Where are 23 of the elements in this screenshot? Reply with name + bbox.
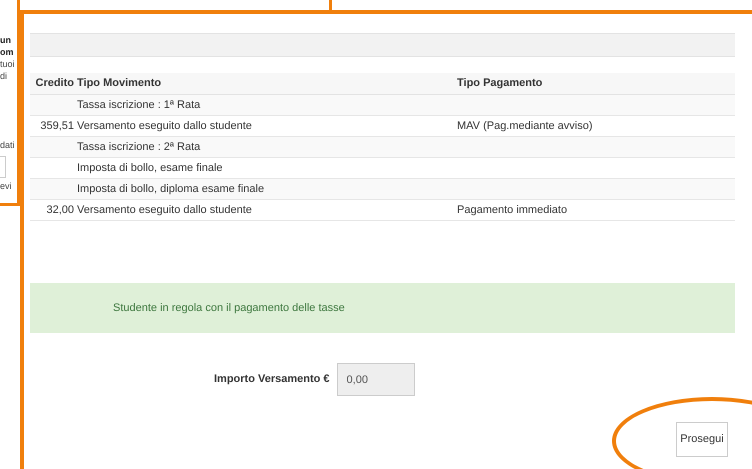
- table-cell-text: Versamento eseguito dallo studente: [76, 118, 253, 134]
- table-cell-text: Pagamento immediato: [457, 202, 568, 218]
- column-header: Credito: [34, 76, 74, 92]
- alert-text: Studente in regola con il pagamento delle tasse: [113, 300, 345, 316]
- table-cell-text: Tassa iscrizione : 2ª Rata: [76, 140, 202, 155]
- table-cell-text: Tassa iscrizione : 1ª Rata: [76, 98, 202, 113]
- table-cell: 359,51: [40, 120, 74, 132]
- field-label: Importo Versamento €: [214, 372, 330, 388]
- page-text: evi: [0, 180, 12, 192]
- continue-button[interactable]: Prosegui: [676, 422, 728, 457]
- table-cell-text: Imposta di bollo, diploma esame finale: [76, 182, 266, 197]
- table-cell-text: MAV (Pag.mediante avviso): [457, 118, 593, 134]
- page-text: dati: [0, 139, 15, 151]
- page-text: di: [0, 70, 8, 82]
- table-cell-text: Versamento eseguito dallo studente: [76, 202, 253, 218]
- table-cell-text: Imposta di bollo, esame finale: [76, 160, 224, 176]
- page-text: un: [0, 34, 11, 46]
- column-header: Tipo Movimento: [76, 76, 162, 92]
- page-text: om: [0, 46, 14, 58]
- amount-field[interactable]: 0,00: [336, 363, 415, 396]
- page-text: tuoi: [0, 58, 15, 70]
- column-header: Tipo Pagamento: [457, 76, 542, 92]
- table-cell: 32,00: [46, 204, 74, 216]
